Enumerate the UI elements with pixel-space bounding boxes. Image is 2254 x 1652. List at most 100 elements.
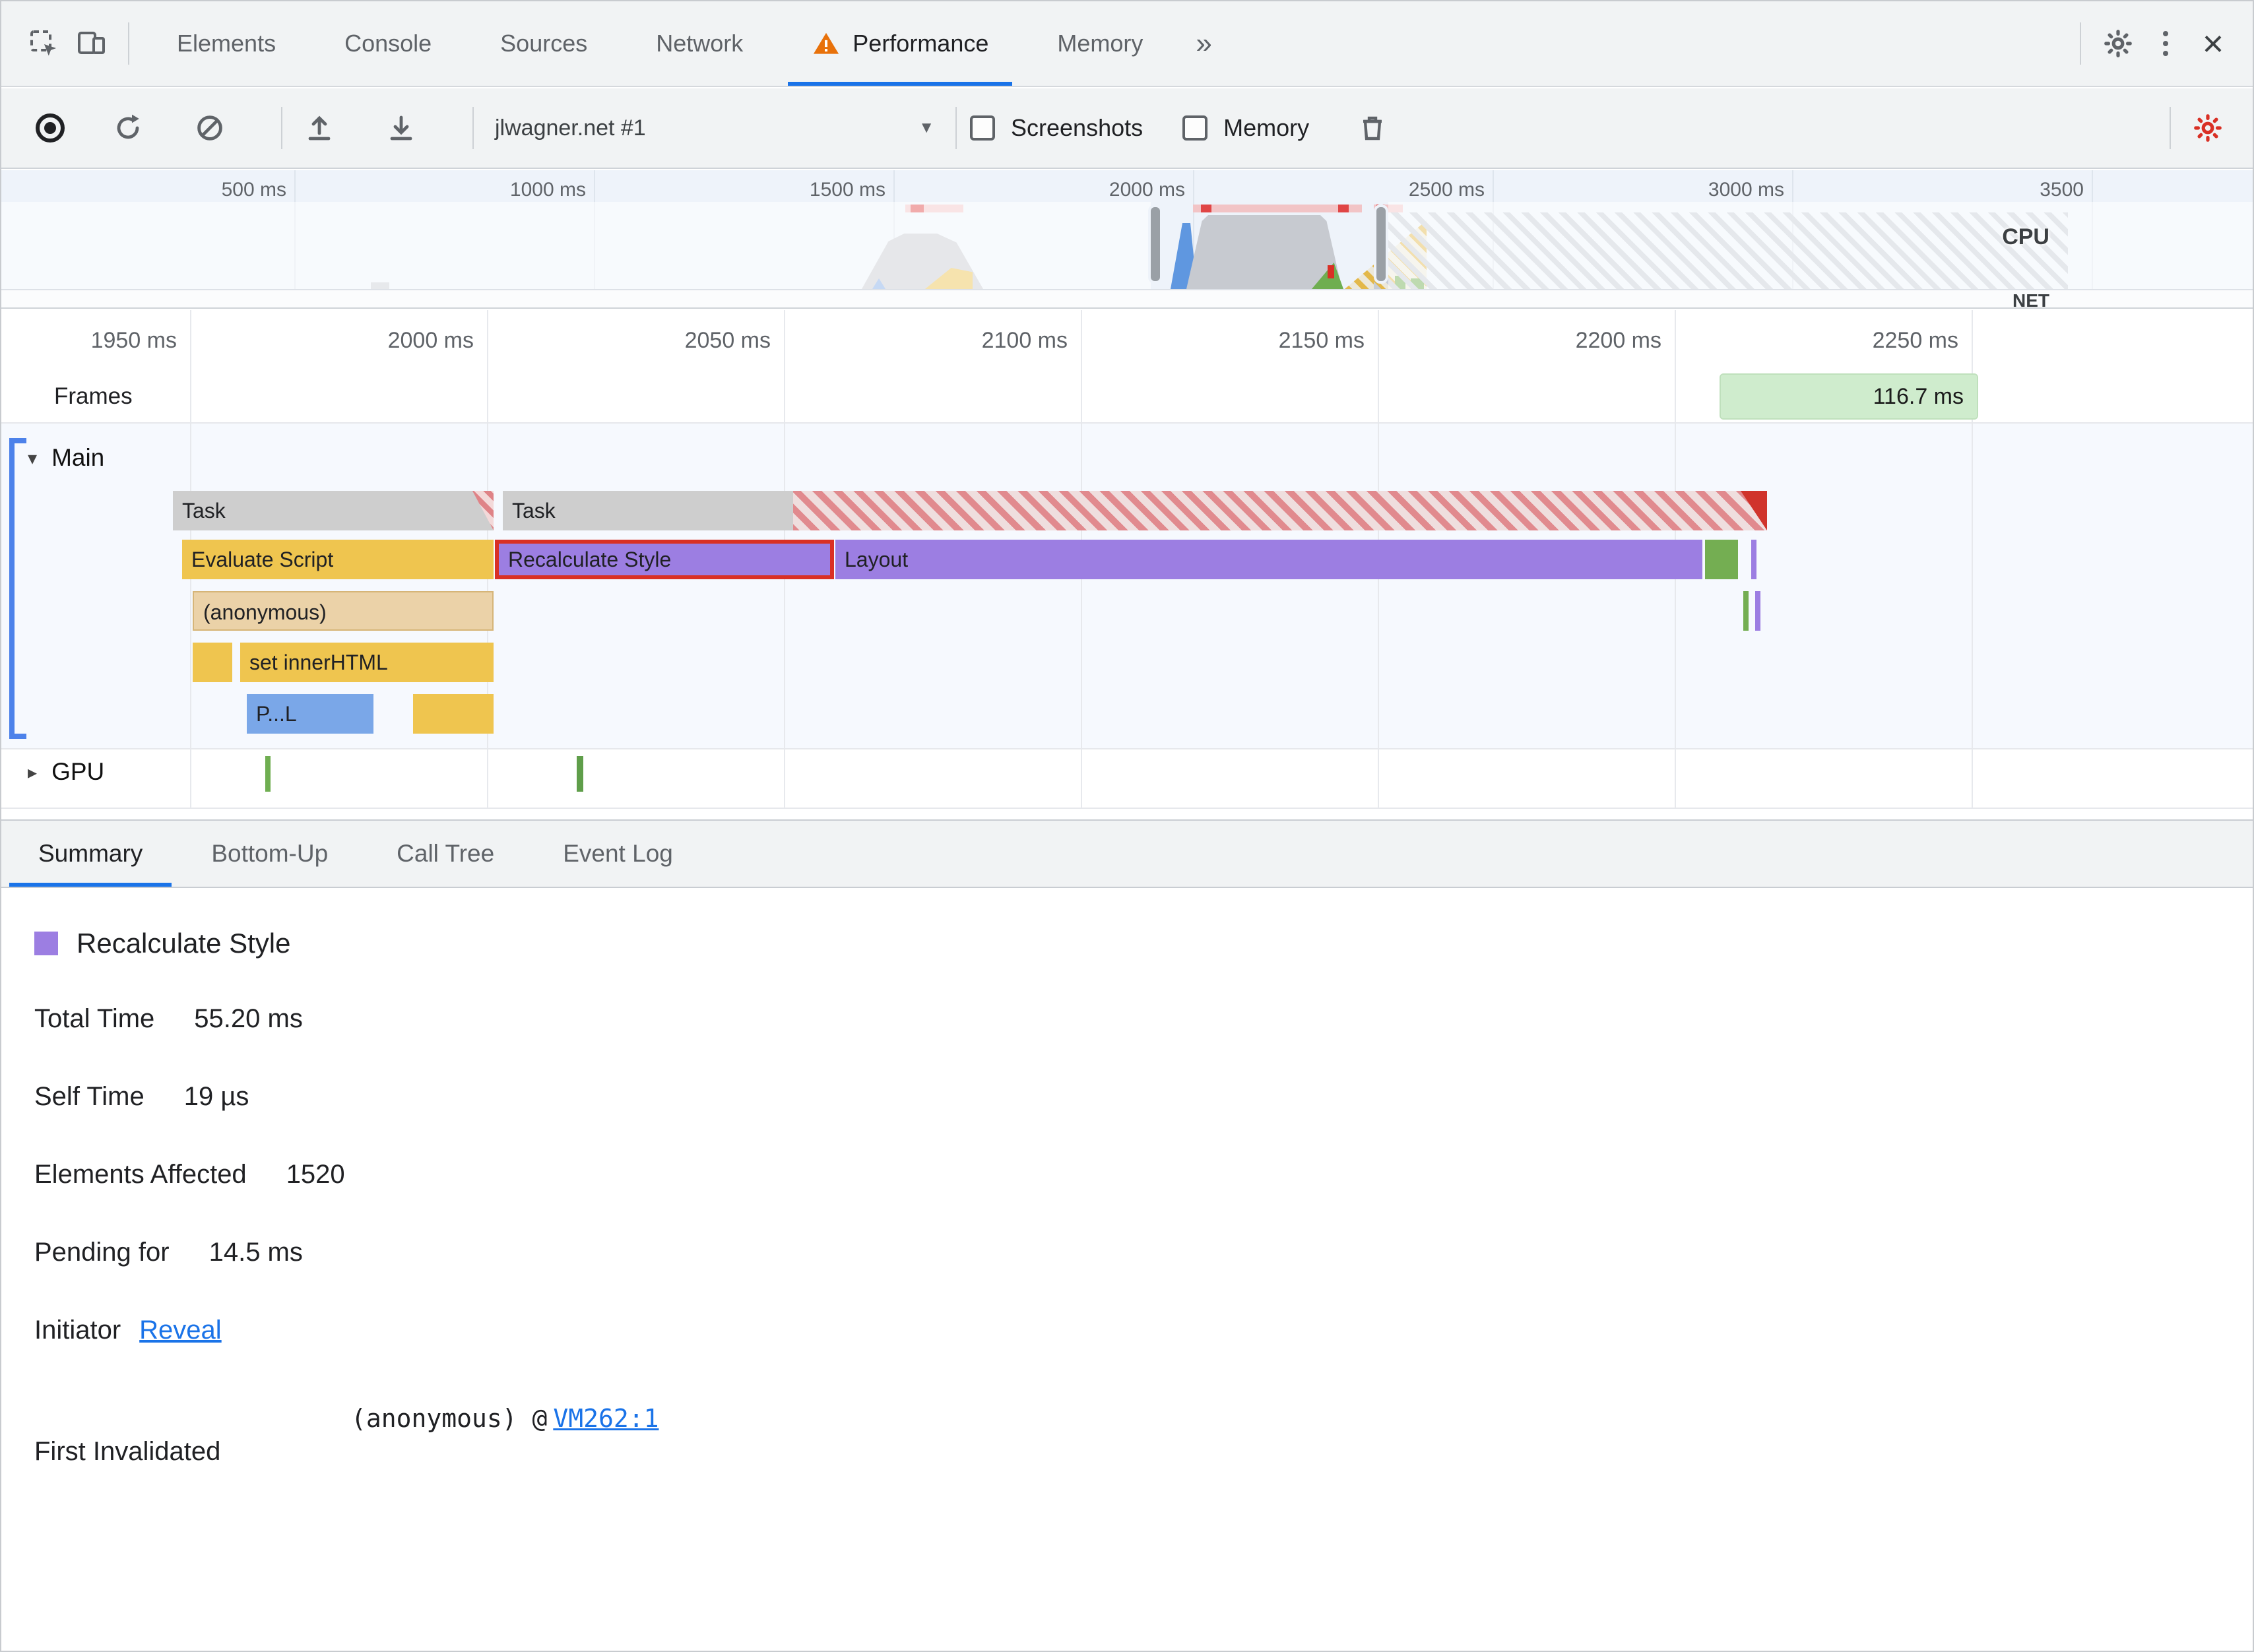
delete-recording-button[interactable] xyxy=(1349,104,1396,152)
flame-bar-recalculate-style-selected[interactable]: Recalculate Style xyxy=(495,540,834,579)
save-profile-button[interactable] xyxy=(377,104,425,152)
flame-bar-paint[interactable] xyxy=(1705,540,1738,579)
devtools-tab-bar: Elements Console Sources Network Perform… xyxy=(1,1,2253,87)
flame-bar-anonymous[interactable]: (anonymous) xyxy=(193,591,494,631)
close-icon: × xyxy=(2202,22,2224,64)
flame-bar-set-innerhtml[interactable]: set innerHTML xyxy=(240,643,494,682)
toolbar-separator xyxy=(955,107,957,149)
first-invalidated-label: First Invalidated xyxy=(34,1437,221,1466)
summary-row-value: 55.20 ms xyxy=(194,1003,303,1033)
overview-selection-handle-left[interactable] xyxy=(1148,205,1163,284)
tab-bottom-up[interactable]: Bottom-Up xyxy=(177,821,362,887)
record-button[interactable] xyxy=(36,113,65,143)
ruler-label: 2250 ms xyxy=(1872,328,1958,353)
tab-console[interactable]: Console xyxy=(310,1,466,86)
overview-time-label: 1000 ms xyxy=(509,179,586,201)
gpu-track-name: GPU xyxy=(51,758,105,785)
cpu-activity xyxy=(1186,215,1342,289)
main-track-selection-bracket xyxy=(9,438,26,739)
ruler-label: 2200 ms xyxy=(1575,328,1661,353)
initiator-reveal-link[interactable]: Reveal xyxy=(139,1316,222,1345)
timeline-overview[interactable]: 500 ms 1000 ms 1500 ms 2000 ms 2500 ms 3… xyxy=(1,170,2253,309)
overview-selection-handle-right[interactable] xyxy=(1374,205,1388,284)
load-profile-button[interactable] xyxy=(296,104,343,152)
flame-bar-parse-html[interactable]: P...L xyxy=(247,694,373,734)
upload-icon xyxy=(308,115,331,141)
gear-icon xyxy=(2194,114,2222,142)
first-invalidated-code: (anonymous) @ xyxy=(351,1404,548,1433)
chevrons-icon: » xyxy=(1196,27,1212,59)
first-invalidated-value: (anonymous) @ VM262:1 xyxy=(351,1404,659,1433)
overview-time-label: 3000 ms xyxy=(1708,179,1784,201)
performance-toolbar: jlwagner.net #1 ▼ Screenshots Memory xyxy=(1,88,2253,169)
frames-track-label: Frames xyxy=(54,383,133,409)
toolbar-separator xyxy=(2080,22,2081,65)
warning-icon xyxy=(814,32,839,54)
first-invalidated-source-link[interactable]: VM262:1 xyxy=(553,1404,659,1433)
tab-call-tree[interactable]: Call Tree xyxy=(362,821,529,887)
capture-settings-button[interactable] xyxy=(2184,104,2232,152)
chevron-down-icon: ▼ xyxy=(918,119,934,137)
clear-recording-button[interactable] xyxy=(186,104,234,152)
settings-button[interactable] xyxy=(2094,20,2142,67)
more-tabs-button[interactable]: » xyxy=(1177,27,1230,60)
reload-and-record-button[interactable] xyxy=(104,104,152,152)
flame-bar-sliver[interactable] xyxy=(1751,540,1756,579)
memory-label: Memory xyxy=(1223,114,1310,141)
frame-duration-block[interactable]: 116.7 ms xyxy=(1720,373,1978,420)
overview-time-label: 3500 xyxy=(2040,179,2084,201)
kebab-icon xyxy=(2163,31,2168,56)
overview-time-label: 2500 ms xyxy=(1408,179,1485,201)
flame-bar-task[interactable]: Task xyxy=(173,491,494,530)
summary-row-value: 14.5 ms xyxy=(209,1237,303,1267)
main-track-header[interactable]: ▾ Main xyxy=(28,441,104,475)
tab-sources[interactable]: Sources xyxy=(466,1,622,86)
tab-elements[interactable]: Elements xyxy=(143,1,310,86)
device-toolbar-button[interactable] xyxy=(67,20,115,67)
tab-summary[interactable]: Summary xyxy=(4,821,177,887)
cpu-activity-marker xyxy=(1328,265,1334,278)
flame-bar-script-small[interactable] xyxy=(413,694,494,734)
inspect-cursor-icon xyxy=(30,30,56,56)
ruler-label: 2100 ms xyxy=(981,328,1068,353)
ruler-label: 2150 ms xyxy=(1278,328,1365,353)
summary-row-total-time: Total Time 55.20 ms xyxy=(34,1001,303,1036)
kebab-menu-button[interactable] xyxy=(2142,20,2189,67)
tab-performance[interactable]: Performance xyxy=(777,1,1023,86)
cpu-overview-label: CPU xyxy=(2002,224,2049,249)
flame-bar-layout[interactable]: Layout xyxy=(835,540,1702,579)
ruler-label: 1950 ms xyxy=(90,328,177,353)
flame-bar-sliver[interactable] xyxy=(1743,591,1749,631)
expander-right-icon: ▸ xyxy=(28,761,38,782)
tab-event-log[interactable]: Event Log xyxy=(529,821,707,887)
summary-title: Recalculate Style xyxy=(77,928,291,959)
ruler-label: 2050 ms xyxy=(684,328,771,353)
flame-bar-long-task[interactable]: Task xyxy=(503,491,1767,530)
gpu-track-header[interactable]: ▸ GPU xyxy=(28,755,104,789)
flame-bar-script-small[interactable] xyxy=(193,643,232,682)
summary-pane: Recalculate Style Total Time 55.20 ms Se… xyxy=(1,888,2253,1651)
recalculate-style-swatch xyxy=(34,932,58,955)
screenshots-checkbox[interactable] xyxy=(970,115,995,141)
tab-network[interactable]: Network xyxy=(622,1,777,86)
toolbar-separator xyxy=(281,107,282,149)
inspect-element-button[interactable] xyxy=(20,20,67,67)
summary-row-elements-affected: Elements Affected 1520 xyxy=(34,1157,345,1191)
memory-checkbox[interactable] xyxy=(1182,115,1208,141)
flame-bar-evaluate-script[interactable]: Evaluate Script xyxy=(182,540,494,579)
gear-icon xyxy=(2104,30,2132,57)
details-tab-bar: Summary Bottom-Up Call Tree Event Log xyxy=(1,819,2253,888)
close-devtools-button[interactable]: × xyxy=(2189,20,2237,67)
record-dot-icon xyxy=(44,122,56,134)
summary-row-label: Total Time xyxy=(34,1003,155,1033)
flame-bar-sliver[interactable] xyxy=(1755,591,1760,631)
track-divider xyxy=(1,422,2253,424)
reload-icon xyxy=(117,114,139,139)
screenshots-label: Screenshots xyxy=(1011,114,1143,141)
toolbar-separator xyxy=(128,22,129,65)
tab-memory[interactable]: Memory xyxy=(1023,1,1177,86)
overview-dim-left xyxy=(1,202,1151,289)
profile-select[interactable]: jlwagner.net #1 ▼ xyxy=(487,115,942,141)
summary-row-value: 19 µs xyxy=(183,1081,249,1111)
expander-down-icon: ▾ xyxy=(28,447,38,468)
